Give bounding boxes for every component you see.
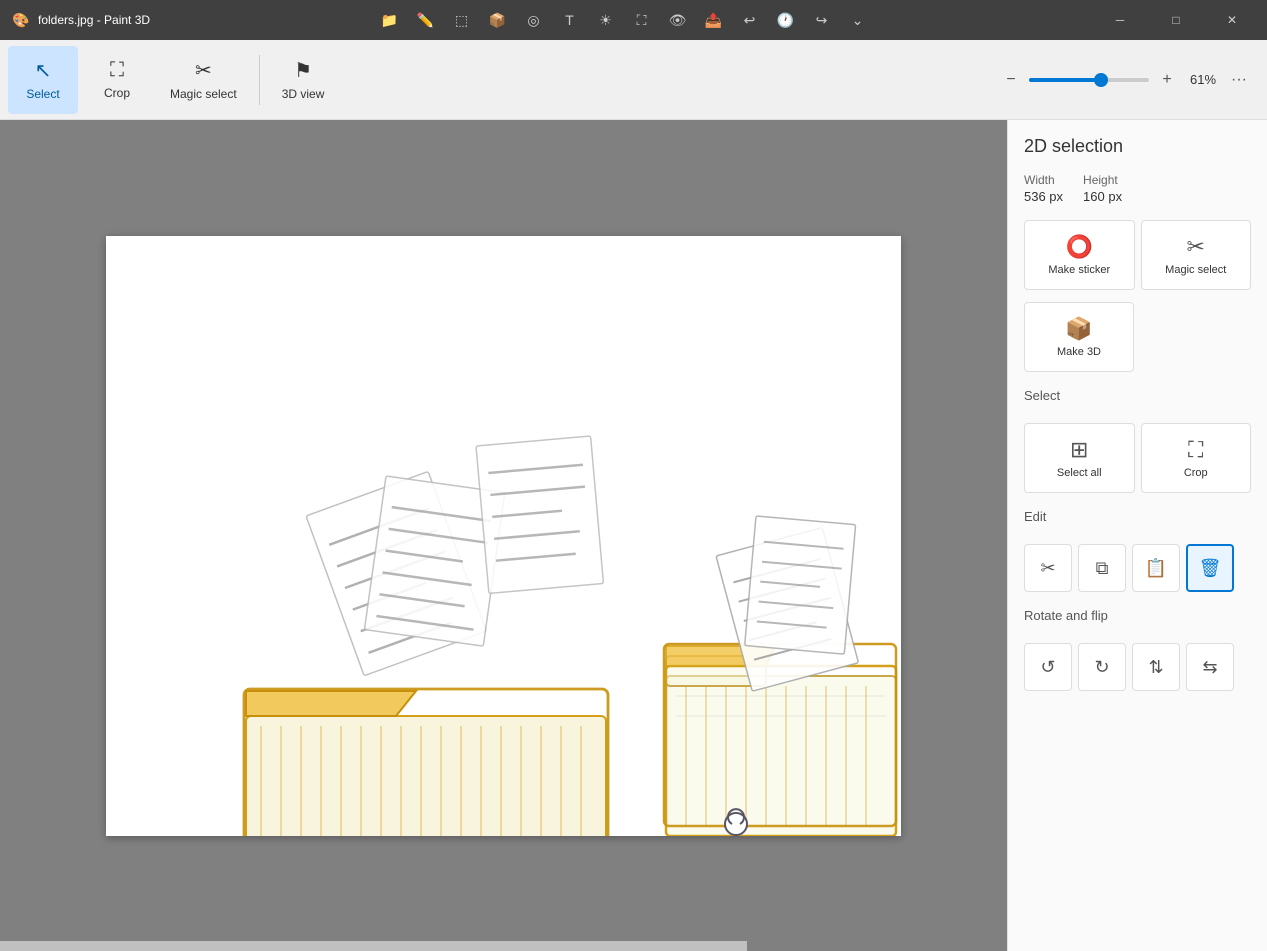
edit-section-label: Edit	[1024, 509, 1251, 524]
copy-btn[interactable]: ⧉	[1078, 544, 1126, 592]
zoom-in-btn[interactable]: +	[1155, 68, 1179, 92]
select-all-icon: ⊞	[1070, 437, 1088, 463]
paste-btn[interactable]: 📋	[1132, 544, 1180, 592]
delete-btn[interactable]: 🗑	[1186, 544, 1234, 592]
edit-actions-row: ✂ ⧉ 📋 🗑	[1024, 544, 1251, 592]
make-sticker-icon: ⭕	[1066, 234, 1093, 260]
export-icon[interactable]: 📤	[705, 11, 723, 29]
flip-horizontal-btn[interactable]: ⇆	[1186, 643, 1234, 691]
cut-btn[interactable]: ✂	[1024, 544, 1072, 592]
main-toolbar: ↖ Select ⛶ Crop ✂ Magic select ⚑ 3D view…	[0, 40, 1267, 120]
select-all-btn[interactable]: ⊞ Select all	[1024, 423, 1135, 493]
window-title: folders.jpg - Paint 3D	[38, 13, 150, 27]
select-actions-grid: ⊞ Select all ⛶ Crop	[1024, 423, 1251, 493]
crop-panel-label: Crop	[1184, 467, 1208, 479]
magic-select-icon: ✂	[195, 58, 212, 83]
crop-label: Crop	[104, 86, 130, 100]
crop-icon: ⛶	[110, 59, 124, 82]
right-panel: 2D selection Width 536 px Height 160 px …	[1007, 120, 1267, 951]
height-value: 160 px	[1083, 189, 1122, 204]
undo-icon[interactable]: ↩	[741, 11, 759, 29]
canvas: Watermark	[106, 236, 901, 836]
main-layout: Watermark 2D selection Width 536 px Heig…	[0, 120, 1267, 951]
make-sticker-btn[interactable]: ⭕ Make sticker	[1024, 220, 1135, 290]
make-3d-label: Make 3D	[1057, 346, 1101, 358]
zoom-slider[interactable]	[1029, 78, 1149, 82]
mixed-reality-icon[interactable]: 👁	[669, 11, 687, 29]
zoom-more-btn[interactable]: ···	[1227, 68, 1251, 92]
height-item: Height 160 px	[1083, 173, 1122, 204]
crop-tool[interactable]: ⛶ Crop	[82, 46, 152, 114]
make-3d-btn[interactable]: 📦 Make 3D	[1024, 302, 1134, 372]
maximize-btn[interactable]: □	[1153, 0, 1199, 40]
top-actions-grid: ⭕ Make sticker ✂ Magic select	[1024, 220, 1251, 290]
rotate-section-label: Rotate and flip	[1024, 608, 1251, 623]
height-label: Height	[1083, 173, 1122, 187]
file-icon[interactable]: 📁	[381, 11, 399, 29]
magic-select-btn[interactable]: ✂ Magic select	[1141, 220, 1252, 290]
width-item: Width 536 px	[1024, 173, 1063, 204]
magic-select-panel-icon: ✂	[1187, 234, 1205, 260]
make-sticker-label: Make sticker	[1048, 264, 1110, 276]
width-value: 536 px	[1024, 189, 1063, 204]
titlebar: 🎨 folders.jpg - Paint 3D 📁 ✏️ ⬚ 📦 ◎ T ☀ …	[0, 0, 1267, 40]
adjust-icon[interactable]: ☀	[597, 11, 615, 29]
3d-view-icon: ⚑	[294, 58, 312, 83]
select-label: Select	[26, 87, 59, 101]
canvas-area[interactable]: Watermark	[0, 120, 1007, 951]
select-section-label: Select	[1024, 388, 1251, 403]
magic-select-label: Magic select	[170, 87, 237, 101]
crop-panel-icon: ⛶	[1188, 437, 1203, 463]
3d-view-tool[interactable]: ⚑ 3D view	[268, 46, 339, 114]
crop-panel-btn[interactable]: ⛶ Crop	[1141, 423, 1252, 493]
canvas-illustration: Watermark	[106, 236, 901, 836]
select-icon: ↖	[35, 58, 52, 83]
3d-view-label: 3D view	[282, 87, 325, 101]
history-icon[interactable]: 🕐	[777, 11, 795, 29]
redo-icon[interactable]: ↪	[813, 11, 831, 29]
zoom-controls: − + 61% ···	[999, 68, 1251, 92]
dimension-row: Width 536 px Height 160 px	[1024, 173, 1251, 204]
crop-resize-icon[interactable]: ⛶	[633, 11, 651, 29]
magic-select-panel-label: Magic select	[1165, 264, 1226, 276]
brush-icon[interactable]: ✏️	[417, 11, 435, 29]
zoom-out-btn[interactable]: −	[999, 68, 1023, 92]
make-3d-row: 📦 Make 3D	[1024, 302, 1251, 372]
rotate-actions-row: ↺ ↻ ⇅ ⇆	[1024, 643, 1251, 691]
rotate-left-btn[interactable]: ↺	[1024, 643, 1072, 691]
make-3d-icon: 📦	[1065, 316, 1092, 342]
panel-title: 2D selection	[1024, 136, 1251, 157]
rotate-right-btn[interactable]: ↻	[1078, 643, 1126, 691]
zoom-percent: 61%	[1185, 72, 1221, 87]
select-tool[interactable]: ↖ Select	[8, 46, 78, 114]
close-btn[interactable]: ✕	[1209, 0, 1255, 40]
app-icon: 🎨	[12, 11, 30, 29]
effects-icon[interactable]: ◎	[525, 11, 543, 29]
more-icon[interactable]: ⌄	[849, 11, 867, 29]
minimize-btn[interactable]: ─	[1097, 0, 1143, 40]
select-all-label: Select all	[1057, 467, 1102, 479]
toolbar-divider	[259, 55, 260, 105]
select-shape-icon[interactable]: ⬚	[453, 11, 471, 29]
horizontal-scrollbar[interactable]	[0, 941, 747, 951]
3d-obj-icon[interactable]: 📦	[489, 11, 507, 29]
flip-vertical-btn[interactable]: ⇅	[1132, 643, 1180, 691]
text-icon[interactable]: T	[561, 11, 579, 29]
magic-select-tool[interactable]: ✂ Magic select	[156, 46, 251, 114]
width-label: Width	[1024, 173, 1063, 187]
